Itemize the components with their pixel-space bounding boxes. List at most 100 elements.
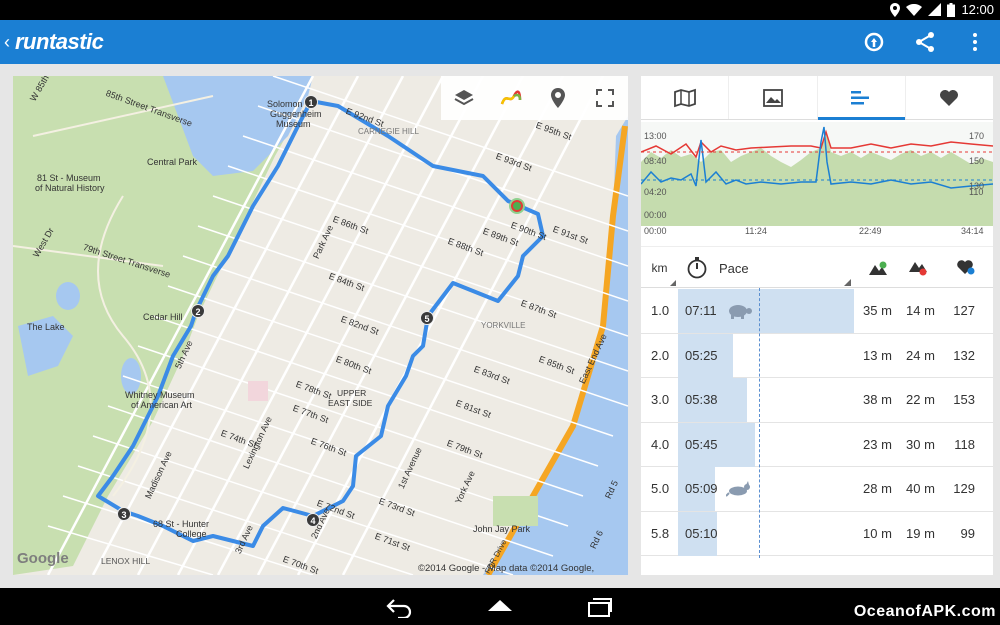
pace-cell: 07:11 (685, 303, 717, 318)
heart-rate-cell: 153 (953, 392, 975, 407)
map-label: Cedar Hill (143, 312, 183, 322)
graph-y-left-label: 00:00 (644, 210, 667, 220)
elevation-loss-cell: 22 m (906, 392, 935, 407)
graph-y-right-label: 110 (969, 187, 984, 197)
google-logo: Google (17, 550, 69, 567)
map-label: The Lake (27, 322, 65, 332)
pace-cell: 05:38 (685, 392, 718, 407)
map-label: of Natural History (35, 183, 105, 193)
heart-rate-cell: 127 (953, 303, 975, 318)
km-cell: 5.0 (651, 481, 670, 496)
map-label: College (176, 529, 207, 539)
elevation-loss-cell: 24 m (906, 347, 935, 363)
route-marker[interactable]: 2 (191, 304, 205, 318)
graph-y-left-label: 13:00 (644, 131, 667, 141)
elevation-gain-cell: 10 m (863, 525, 892, 541)
map-copyright: ©2014 Google - Map data ©2014 Google, Sa… (418, 563, 595, 575)
heart-rate-cell: 99 (960, 525, 975, 541)
pace-cell: 05:25 (685, 347, 718, 363)
app-bar: ‹ runtastic (0, 20, 1000, 64)
sync-icon[interactable] (862, 30, 886, 54)
location-pin-icon[interactable] (544, 84, 572, 112)
route-marker[interactable]: 5 (420, 311, 434, 325)
graph-x-label: 00:00 (644, 226, 667, 236)
tab-photos[interactable] (729, 76, 818, 119)
map-icon (673, 88, 696, 107)
km-header-label: km (651, 261, 668, 275)
map-toolbar (441, 76, 628, 120)
map-label: John Jay Park (473, 524, 531, 534)
table-row[interactable]: 3.0 05:38 38 m 22 m 153 (641, 378, 993, 423)
navigation-bar: OceanofAPK.com (0, 588, 1000, 625)
stopwatch-icon[interactable] (685, 247, 709, 289)
table-row[interactable]: 5.8 05:10 10 m 19 m 99 (641, 511, 993, 556)
table-row[interactable]: 2.0 05:25 13 m 24 m 132 (641, 333, 993, 378)
location-icon (890, 2, 901, 17)
elevation-gain-cell: 35 m (863, 303, 892, 318)
map-label: Guggenheim (270, 109, 322, 119)
app-logo: runtastic (15, 29, 104, 54)
km-cell: 2.0 (651, 347, 670, 363)
pace-header-label: Pace (719, 260, 749, 276)
table-row[interactable]: 5.0 05:09 28 m 40 m 129 (641, 467, 993, 512)
graph-y-left-label: 08:40 (644, 156, 667, 166)
elevation-gain-cell: 28 m (863, 481, 892, 496)
home-nav-icon[interactable] (486, 596, 514, 618)
sort-corner-icon (670, 280, 676, 286)
heart-rate-cell: 129 (953, 481, 975, 496)
elevation-loss-cell: 40 m (906, 481, 935, 496)
turtle-icon (726, 289, 752, 333)
stats-tabs (641, 76, 993, 120)
graph-y-right-label: 150 (969, 156, 985, 166)
map-label: of American Art (131, 400, 193, 410)
overflow-menu-icon[interactable] (963, 30, 987, 54)
back-icon[interactable]: ‹ (4, 32, 10, 53)
km-cell: 5.8 (651, 525, 670, 541)
map-label: Museum (276, 119, 311, 129)
route-color-icon[interactable] (497, 84, 525, 112)
layers-icon[interactable] (450, 84, 478, 112)
fullscreen-icon[interactable] (591, 84, 619, 112)
splits-table-header: km Pace (641, 246, 993, 288)
elevation-gain-cell: 38 m (863, 392, 892, 407)
route-marker[interactable]: 1 (304, 95, 318, 109)
elevation-loss-icon (903, 247, 933, 289)
elevation-loss-cell: 14 m (906, 303, 935, 318)
table-row[interactable]: 1.0 07:11 35 m 14 m 127 (641, 289, 993, 334)
tab-splits[interactable] (817, 76, 906, 120)
map-label: 68 St - Hunter (153, 519, 210, 529)
graph-x-label: 22:49 (859, 226, 882, 236)
pace-dropdown[interactable]: Pace (719, 247, 853, 289)
share-icon[interactable] (913, 30, 937, 54)
table-row[interactable]: 4.0 05:45 23 m 30 m 118 (641, 422, 993, 467)
graph-y-right-label: 170 (969, 131, 985, 141)
heart-rate-icon (951, 247, 981, 289)
elevation-gain-cell: 13 m (863, 347, 892, 363)
recents-nav-icon[interactable] (586, 596, 614, 618)
tab-map[interactable] (641, 76, 730, 119)
graph-y-left-label: 04:20 (644, 187, 667, 197)
km-cell: 3.0 (651, 392, 670, 407)
elevation-gain-cell: 23 m (863, 436, 892, 452)
status-bar: 12:00 (0, 0, 1000, 20)
back-nav-icon[interactable] (386, 596, 414, 620)
bar-list-icon (851, 90, 870, 104)
tab-heart-rate[interactable] (906, 76, 993, 119)
signal-icon (928, 3, 942, 16)
rabbit-icon (725, 467, 752, 511)
elevation-loss-cell: 19 m (906, 525, 935, 541)
pace-cell: 05:45 (685, 436, 718, 452)
route-marker[interactable]: 4 (306, 513, 320, 527)
km-cell: 4.0 (651, 436, 670, 452)
map-label: YORKVILLE (481, 321, 526, 330)
route-map[interactable]: Solomon R Guggenheim Museum E 92nd St CA… (13, 76, 628, 575)
map-label: EAST SIDE (328, 398, 373, 408)
map-label: LENOX HILL (101, 556, 151, 566)
heart-rate-cell: 118 (954, 436, 975, 452)
km-column-header[interactable]: km (641, 247, 678, 289)
route-marker[interactable]: 3 (117, 507, 131, 521)
current-position-marker[interactable] (509, 198, 525, 214)
pace-heart-rate-graph[interactable] (641, 122, 993, 240)
clock: 12:00 (961, 2, 994, 17)
battery-icon (947, 2, 956, 17)
